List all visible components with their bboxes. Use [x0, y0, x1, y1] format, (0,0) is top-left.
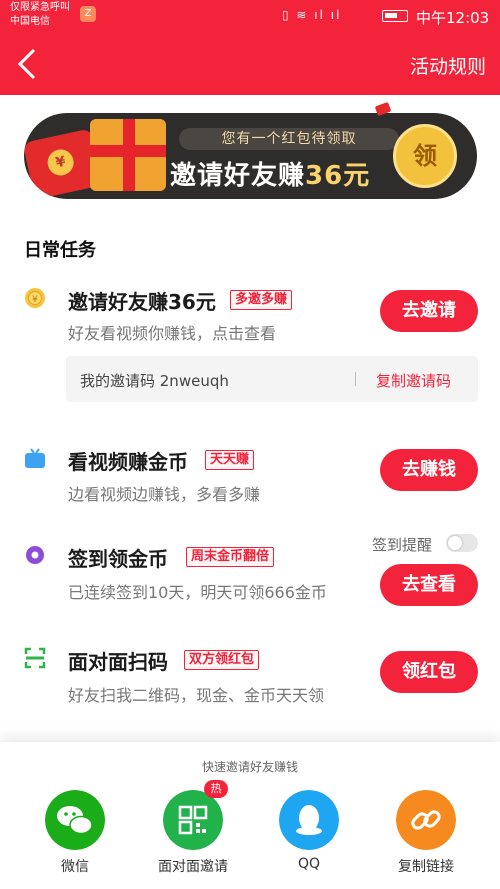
task-tag: 双方领红包 — [184, 650, 260, 670]
gift-box-icon — [90, 119, 166, 191]
chevron-left-icon[interactable] — [14, 46, 44, 82]
share-label-face-to-face: 面对面邀请 — [158, 859, 228, 875]
qq-icon[interactable] — [279, 790, 339, 850]
tv-icon — [25, 448, 45, 468]
claim-red-packet-button[interactable]: 领红包 — [380, 651, 478, 693]
app-notification-icon: Z — [80, 6, 96, 22]
task-title: 邀请好友赚36元 — [68, 290, 216, 314]
task-description: 好友看视频你赚钱，点击查看 — [68, 324, 277, 343]
share-label-copy-link: 复制链接 — [398, 859, 454, 875]
banner-title: 邀请好友赚36元 — [170, 155, 410, 192]
status-bar: 仅限紧急呼叫 中国电信 Z ▯ ≋ ıl ıl 中午12:03 — [0, 0, 500, 34]
app-header: 仅限紧急呼叫 中国电信 Z ▯ ≋ ıl ıl 中午12:03 活动规则 — [0, 0, 500, 95]
claim-button[interactable]: 领 — [393, 124, 457, 188]
task-title: 面对面扫码 — [68, 650, 168, 674]
task-description: 好友扫我二维码，现金、金币天天领 — [68, 686, 325, 705]
banner-title-text: 邀请好友赚 — [170, 161, 306, 191]
gold-coin-icon: ¥ — [25, 288, 45, 308]
carrier-text: 仅限紧急呼叫 — [10, 2, 70, 13]
carrier-name: 中国电信 — [10, 16, 50, 27]
task-tag: 周末金币翻倍 — [186, 547, 275, 567]
copy-invite-code-button[interactable]: 复制邀请码 — [376, 370, 451, 391]
signal-icon: ▯ ≋ ıl ıl — [282, 8, 342, 22]
banner-subtitle: 您有一个红包待领取 — [179, 128, 399, 150]
banner-amount: 36元 — [305, 161, 371, 191]
checkin-reminder-label: 签到提醒 — [372, 536, 433, 554]
activity-rules-link[interactable]: 活动规则 — [410, 52, 486, 79]
scan-icon — [24, 647, 46, 669]
task-description: 已连续签到10天，明天可领666金币 — [68, 583, 327, 602]
battery-icon — [382, 10, 408, 22]
qr-code-icon[interactable] — [163, 790, 223, 850]
share-label-wechat: 微信 — [61, 859, 89, 875]
task-title: 看视频赚金币 — [68, 450, 188, 474]
task-tag: 天天赚 — [205, 450, 255, 470]
status-time: 中午12:03 — [416, 9, 490, 27]
wechat-icon[interactable] — [45, 790, 105, 850]
divider — [355, 372, 356, 386]
invite-code-box: 我的邀请码 2nweuqh 复制邀请码 — [66, 356, 478, 402]
task-title: 签到领金币 — [68, 547, 168, 571]
invite-button[interactable]: 去邀请 — [380, 290, 478, 332]
hot-badge: 热 — [204, 780, 228, 798]
svg-text:¥: ¥ — [32, 295, 38, 305]
task-description: 边看视频边赚钱，多看多赚 — [68, 485, 261, 504]
earn-button[interactable]: 去赚钱 — [380, 449, 478, 491]
checkin-reminder-toggle[interactable] — [446, 534, 478, 552]
section-title: 日常任务 — [24, 240, 96, 261]
invite-code-text: 我的邀请码 2nweuqh — [80, 372, 229, 390]
share-title: 快速邀请好友赚钱 — [201, 760, 298, 774]
view-checkin-button[interactable]: 去查看 — [380, 564, 478, 606]
link-icon[interactable] — [396, 790, 456, 850]
invite-banner[interactable]: 您有一个红包待领取 邀请好友赚36元 领 — [24, 113, 477, 199]
share-label-qq: QQ — [297, 856, 321, 872]
task-tag: 多邀多赚 — [230, 290, 293, 310]
location-pin-icon — [26, 546, 44, 564]
